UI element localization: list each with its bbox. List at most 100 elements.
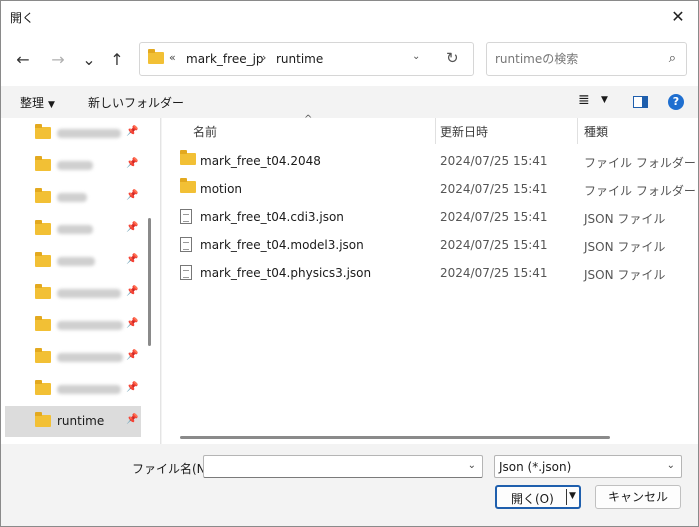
close-icon: ✕ [671,7,685,26]
folder-icon [35,412,51,430]
blurred-label [57,225,93,234]
blurred-label [57,129,121,138]
folder-icon [35,380,51,398]
folder-icon [35,220,51,238]
back-arrow-icon: ← [16,49,30,69]
sidebar-item-pinned-7[interactable]: 📌 [5,310,141,341]
list-item[interactable]: mark_free_t04.2048 2024/07/25 15:41 ファイル… [174,148,696,174]
open-button-label: 開く(O) [511,492,554,506]
breadcrumb-item-mark-free-jp[interactable]: mark_free_jp [186,52,264,66]
pin-icon[interactable]: 📌 [126,222,138,233]
search-box[interactable]: ⌕ [486,42,687,76]
sidebar-item-pinned-8[interactable]: 📌 [5,342,141,373]
sidebar-item-pinned-2[interactable]: 📌 [5,150,141,181]
folder-icon [35,348,51,366]
pin-icon[interactable]: 📌 [126,414,138,425]
sort-ascending-icon: ^ [304,114,313,125]
file-type: ファイル フォルダー [584,184,696,198]
folder-icon [35,252,51,270]
column-divider[interactable] [435,118,436,144]
file-type: JSON ファイル [584,268,666,282]
recent-locations-button[interactable]: ⌄ [76,46,102,72]
close-button[interactable]: ✕ [658,1,698,32]
folder-icon [180,150,196,168]
preview-pane-icon[interactable] [633,96,648,108]
new-folder-button[interactable]: 新しいフォルダー [88,94,184,111]
file-name: mark_free_t04.model3.json [200,238,364,252]
breadcrumb-overflow-icon[interactable]: « [169,51,176,64]
pin-icon[interactable]: 📌 [126,158,138,169]
horizontal-scrollbar[interactable] [180,436,610,439]
sidebar-scrollbar[interactable] [148,218,151,346]
file-list: 名前 ^ 更新日時 種類 mark_free_t04.2048 2024/07/… [162,114,698,444]
pin-icon[interactable]: 📌 [126,190,138,201]
filetype-select[interactable]: Json (*.json) ⌄ [494,455,682,478]
file-type: JSON ファイル [584,240,666,254]
organize-label: 整理 [20,96,45,110]
open-options-dropdown-icon[interactable]: ▼ [569,491,576,501]
sidebar-item-pinned-6[interactable]: 📌 [5,278,141,309]
folder-icon [180,178,196,196]
chevron-down-icon[interactable]: ⌄ [468,460,476,471]
column-divider[interactable] [577,118,578,144]
filename-combobox[interactable]: ⌄ [203,455,483,478]
title-bar: 開く ✕ [1,1,698,32]
list-item[interactable]: motion 2024/07/25 15:41 ファイル フォルダー [174,176,696,202]
pin-icon[interactable]: 📌 [126,126,138,137]
sidebar-item-pinned-1[interactable]: 📌 [5,118,141,149]
file-icon [180,265,192,283]
folder-icon [35,188,51,206]
address-dropdown-icon[interactable]: ⌄ [412,51,420,62]
pin-icon[interactable]: 📌 [126,286,138,297]
cancel-button[interactable]: キャンセル [595,485,681,509]
sidebar-item-pinned-5[interactable]: 📌 [5,246,141,277]
column-header-date[interactable]: 更新日時 [440,123,488,143]
list-item[interactable]: mark_free_t04.physics3.json 2024/07/25 1… [174,260,694,286]
file-name: mark_free_t04.physics3.json [200,266,372,280]
back-button[interactable]: ← [10,46,36,72]
file-name: motion [200,182,243,196]
sidebar-item-label: runtime [57,414,105,428]
list-item[interactable]: mark_free_t04.model3.json 2024/07/25 15:… [174,232,694,258]
list-item[interactable]: mark_free_t04.cdi3.json 2024/07/25 15:41… [174,204,694,230]
file-date: 2024/07/25 15:41 [440,210,548,224]
help-icon[interactable]: ? [668,94,684,110]
navigation-bar: ← → ⌄ ↑ « mark_free_jp › runtime ⌄ ↻ ⌕ [1,32,698,86]
file-name: mark_free_t04.2048 [200,154,321,168]
pin-icon[interactable]: 📌 [126,350,138,361]
column-header-type[interactable]: 種類 [584,123,608,143]
sidebar-item-runtime[interactable]: runtime 📌 [5,406,141,437]
open-button[interactable]: 開く(O) ▼ [495,485,581,509]
blurred-label [57,193,87,202]
sidebar-item-pinned-9[interactable]: 📌 [5,374,141,405]
blurred-label [57,321,123,330]
blurred-label [57,257,95,266]
address-bar[interactable]: « mark_free_jp › runtime ⌄ ↻ [139,42,474,76]
forward-button[interactable]: → [45,46,71,72]
blurred-label [57,289,121,298]
view-options-icon[interactable]: ≣ [578,92,590,108]
pin-icon[interactable]: 📌 [126,318,138,329]
chevron-down-icon: ⌄ [666,460,675,471]
file-name: mark_free_t04.cdi3.json [200,210,344,224]
organize-button[interactable]: 整理 ▼ [20,94,55,111]
pin-icon[interactable]: 📌 [126,254,138,265]
folder-icon [148,49,164,67]
search-icon[interactable]: ⌕ [669,51,676,66]
refresh-icon[interactable]: ↻ [446,49,459,67]
breadcrumb-separator-icon[interactable]: › [262,51,266,64]
blurred-label [57,161,93,170]
file-date: 2024/07/25 15:41 [440,182,548,196]
filename-input[interactable] [208,459,458,474]
column-header-name[interactable]: 名前 [193,123,217,143]
sidebar-item-pinned-3[interactable]: 📌 [5,182,141,213]
pin-icon[interactable]: 📌 [126,382,138,393]
navigation-pane: 📌 📌 📌 📌 📌 📌 📌 📌 📌 runtime 📌 [1,118,161,444]
up-button[interactable]: ↑ [104,46,130,72]
sidebar-item-pinned-4[interactable]: 📌 [5,214,141,245]
breadcrumb-item-runtime[interactable]: runtime [276,52,323,66]
view-dropdown-icon[interactable]: ▼ [601,95,608,105]
folder-icon [35,316,51,334]
search-input[interactable] [495,51,655,67]
command-bar: 整理 ▼ 新しいフォルダー ≣ ▼ ? [1,86,698,118]
